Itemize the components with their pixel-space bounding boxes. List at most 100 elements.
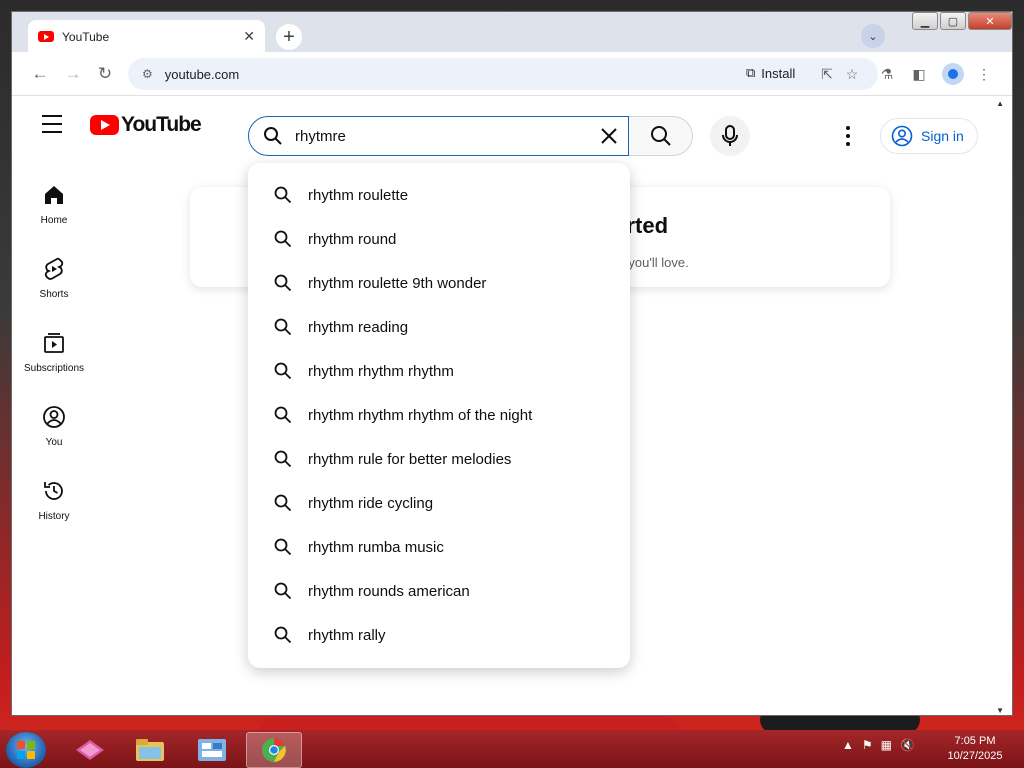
share-icon[interactable]: ⇱ [818, 65, 836, 83]
guide-label: Subscriptions [23, 363, 85, 374]
taskbar-clock[interactable]: 7:05 PM 10/27/2025 [940, 734, 1010, 764]
settings-more-button[interactable] [838, 124, 858, 148]
guide-label: History [38, 511, 70, 522]
search-icon [274, 494, 292, 512]
youtube-page: ▲ ▼ YouTube rhytmre Sign in Home Shorts … [18, 97, 1006, 715]
youtube-header: YouTube rhytmre Sign in [18, 97, 1006, 156]
shorts-icon [44, 257, 64, 280]
suggestion-item[interactable]: rhythm reading [248, 305, 630, 349]
volume-muted-icon[interactable]: 🔇 [900, 738, 915, 752]
search-icon [274, 186, 292, 204]
search-box [248, 116, 629, 156]
sign-in-button[interactable]: Sign in [880, 118, 978, 154]
taskbar-app-explorer[interactable] [122, 732, 178, 768]
you-icon [43, 406, 65, 428]
account-icon [891, 125, 913, 147]
browser-menu-icon[interactable]: ⋮ [975, 65, 993, 83]
search-icon [274, 362, 292, 380]
taskbar-app-control-panel[interactable] [184, 732, 240, 768]
microphone-icon [722, 125, 738, 146]
guide-item-shorts[interactable]: Shorts [18, 241, 90, 315]
tab-strip: YouTube ✕ + ⌄ ▁ ▢ ✕ [12, 12, 1012, 53]
install-label: Install [761, 65, 796, 81]
start-button[interactable] [6, 732, 46, 768]
guide-label: You [45, 437, 63, 448]
suggestion-item[interactable]: rhythm roulette [248, 173, 630, 217]
suggestion-item[interactable]: rhythm rally [248, 613, 630, 657]
window-close-button[interactable]: ✕ [968, 12, 1012, 30]
back-arrow-icon[interactable]: ← [30, 64, 50, 84]
suggestion-text: rhythm reading [308, 318, 409, 336]
system-tray: ▲ ⚑ ▦ 🔇 [842, 738, 915, 752]
search-input[interactable] [295, 127, 575, 145]
tab-search-button[interactable]: ⌄ [861, 24, 885, 48]
guide-label: Shorts [39, 289, 69, 300]
suggestion-text: rhythm rally [308, 626, 386, 644]
install-icon: ⧉ [746, 65, 756, 80]
library-icon [76, 740, 104, 760]
reload-icon[interactable]: ↻ [95, 64, 115, 84]
suggestion-item[interactable]: rhythm rhythm rhythm [248, 349, 630, 393]
install-button[interactable]: ⧉ Install [746, 65, 795, 81]
guide-item-history[interactable]: History [18, 463, 90, 537]
new-tab-button[interactable]: + [276, 24, 302, 50]
side-panel-icon[interactable]: ◧ [910, 65, 928, 83]
suggestion-text: rhythm round [308, 230, 397, 248]
guide-item-home[interactable]: Home [18, 167, 90, 241]
search-button[interactable] [629, 116, 693, 156]
clear-search-button[interactable] [596, 123, 622, 149]
search-icon [274, 450, 292, 468]
youtube-favicon-icon [38, 31, 54, 42]
window-controls: ▁ ▢ ✕ [912, 12, 1012, 30]
search-icon [274, 406, 292, 424]
suggestion-item[interactable]: rhythm roulette 9th wonder [248, 261, 630, 305]
browser-toolbar: ← → ↻ ⚙ youtube.com ⧉ Install ⇱ ☆ ⚗ ◧ ⋮ [12, 52, 1012, 96]
action-center-flag-icon[interactable]: ⚑ [862, 738, 873, 752]
minimize-button[interactable]: ▁ [912, 12, 938, 30]
guide-sidebar: Home Shorts Subscriptions You History [18, 167, 90, 537]
suggestion-item[interactable]: rhythm ride cycling [248, 481, 630, 525]
scroll-down-arrow[interactable]: ▼ [996, 706, 1004, 715]
youtube-logo[interactable]: YouTube [90, 113, 202, 137]
url-text: youtube.com [164, 66, 240, 82]
guide-item-subscriptions[interactable]: Subscriptions [18, 315, 90, 389]
taskbar: ▲ ⚑ ▦ 🔇 7:05 PM 10/27/2025 [0, 730, 1024, 768]
control-panel-icon [198, 739, 226, 761]
show-hidden-icons-icon[interactable]: ▲ [842, 738, 854, 752]
suggestion-text: rhythm roulette [308, 186, 409, 204]
taskbar-app-chrome[interactable] [246, 732, 302, 768]
profile-avatar[interactable] [942, 63, 964, 85]
suggestion-item[interactable]: rhythm rumba music [248, 525, 630, 569]
network-icon[interactable]: ▦ [881, 738, 892, 752]
guide-label: Home [40, 215, 68, 226]
suggestion-item[interactable]: rhythm round [248, 217, 630, 261]
clock-time: 7:05 PM [954, 735, 996, 747]
suggestion-item[interactable]: rhythm rule for better melodies [248, 437, 630, 481]
site-info-icon[interactable]: ⚙ [142, 67, 153, 81]
guide-item-you[interactable]: You [18, 389, 90, 463]
suggestion-text: rhythm rounds american [308, 582, 470, 600]
taskbar-app-library[interactable] [62, 732, 118, 768]
forward-arrow-icon[interactable]: → [63, 64, 83, 84]
search-icon [274, 230, 292, 248]
suggestion-item[interactable]: rhythm rounds american [248, 569, 630, 613]
maximize-button[interactable]: ▢ [940, 12, 966, 30]
suggestion-text: rhythm rhythm rhythm [308, 362, 454, 380]
subscriptions-icon [44, 333, 64, 353]
bookmark-star-icon[interactable]: ☆ [843, 65, 861, 83]
windows-logo-icon [17, 741, 35, 759]
tab-youtube[interactable]: YouTube ✕ [28, 20, 265, 53]
menu-icon[interactable] [42, 115, 62, 133]
voice-search-button[interactable] [710, 116, 750, 156]
search-icon [274, 626, 292, 644]
history-icon [44, 482, 63, 500]
home-icon [45, 186, 63, 204]
suggestion-text: rhythm rule for better melodies [308, 450, 512, 468]
close-icon[interactable]: ✕ [243, 28, 255, 45]
tab-title: YouTube [62, 29, 110, 44]
youtube-play-icon [90, 115, 119, 135]
browser-icon [262, 738, 286, 762]
suggestion-text: rhythm rumba music [308, 538, 444, 556]
suggestion-item[interactable]: rhythm rhythm rhythm of the night [248, 393, 630, 437]
labs-flask-icon[interactable]: ⚗ [878, 65, 896, 83]
